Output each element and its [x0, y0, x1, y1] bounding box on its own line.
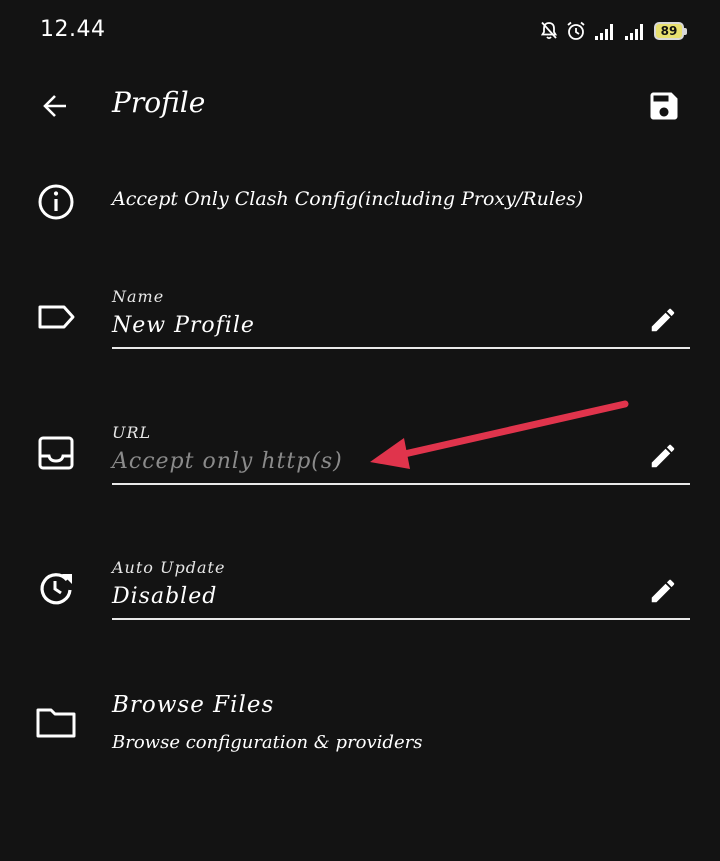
save-button[interactable]	[646, 88, 682, 124]
name-field[interactable]: Name New Profile	[112, 287, 690, 359]
page-title: Profile	[112, 86, 206, 119]
info-row: Accept Only Clash Config(including Proxy…	[0, 176, 720, 228]
url-field-underline	[112, 483, 690, 485]
status-bar: 12.44 89	[0, 0, 720, 60]
browse-files-subtitle: Browse configuration & providers	[112, 732, 423, 753]
name-row: Name New Profile	[0, 287, 720, 359]
name-field-value: New Profile	[112, 313, 255, 338]
notifications-off-icon	[540, 21, 558, 40]
auto-update-field-value: Disabled	[112, 584, 218, 609]
url-field[interactable]: URL Accept only http(s)	[112, 423, 690, 495]
auto-update-field[interactable]: Auto Update Disabled	[112, 558, 690, 630]
label-icon	[38, 305, 75, 329]
arrow-back-icon	[43, 95, 66, 117]
info-icon	[38, 184, 74, 220]
app-toolbar: Profile	[0, 70, 720, 140]
battery-level: 89	[660, 24, 678, 38]
folder-icon	[36, 708, 76, 738]
edit-icon[interactable]	[648, 305, 678, 335]
update-icon	[40, 573, 72, 605]
auto-update-field-label: Auto Update	[112, 558, 226, 577]
url-field-label: URL	[112, 423, 152, 442]
edit-icon[interactable]	[648, 576, 678, 606]
signal-strength-icon-2	[625, 24, 643, 40]
url-row: URL Accept only http(s)	[0, 423, 720, 495]
signal-strength-icon-1	[595, 24, 613, 40]
name-field-label: Name	[112, 287, 165, 306]
browse-files-title: Browse Files	[112, 692, 275, 718]
back-button[interactable]	[36, 88, 76, 124]
name-field-underline	[112, 347, 690, 349]
battery-indicator: 89	[654, 22, 687, 40]
edit-icon[interactable]	[648, 441, 678, 471]
auto-update-row: Auto Update Disabled	[0, 558, 720, 630]
info-text: Accept Only Clash Config(including Proxy…	[112, 188, 584, 210]
url-field-placeholder: Accept only http(s)	[112, 449, 343, 474]
save-icon	[650, 92, 678, 120]
browse-files-item[interactable]: Browse Files Browse configuration & prov…	[0, 692, 720, 762]
auto-update-field-underline	[112, 618, 690, 620]
inbox-icon	[38, 436, 74, 470]
alarm-icon	[567, 21, 585, 40]
status-icons: 89	[540, 18, 687, 44]
status-time: 12.44	[40, 17, 106, 42]
profile-screen: 12.44 89 Profile Accept Only Clash Confi…	[0, 0, 720, 861]
